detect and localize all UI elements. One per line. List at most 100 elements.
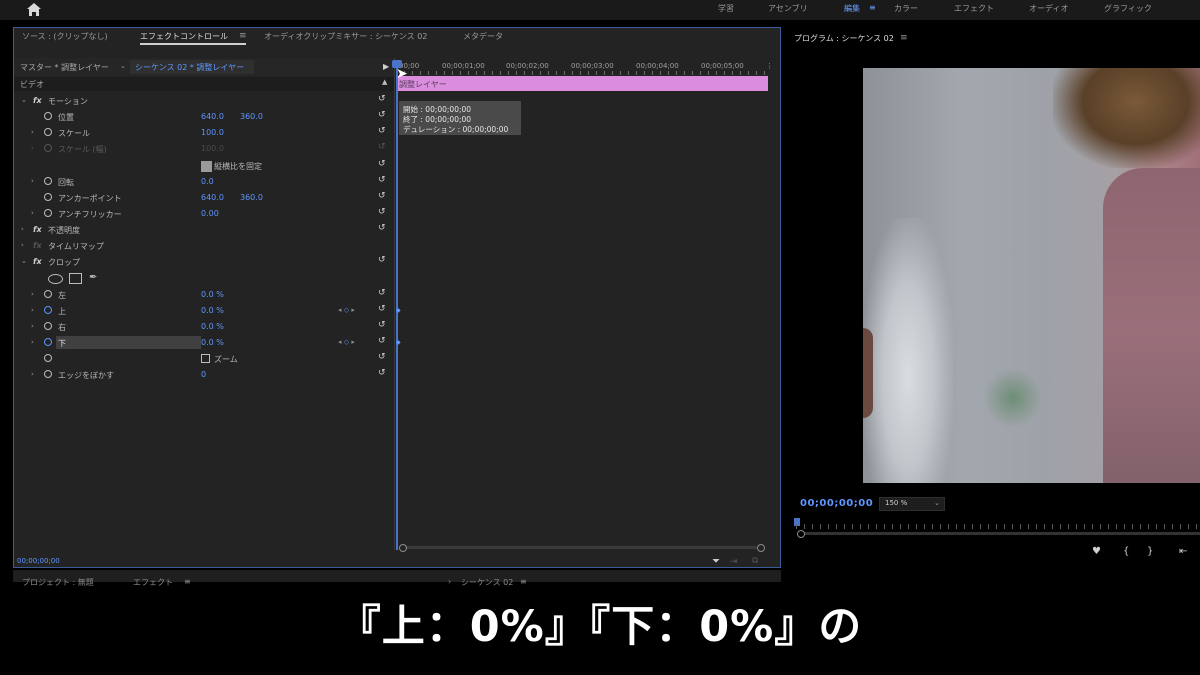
program-zoom-scrollbar[interactable] — [797, 530, 1200, 538]
scale-value[interactable]: 100.0 — [201, 128, 224, 137]
workspace-graphics[interactable]: グラフィック — [1104, 3, 1152, 14]
reset-icon[interactable]: ↺ — [378, 368, 386, 378]
rotation-value[interactable]: 0.0 — [201, 177, 214, 186]
keyframe-navigator[interactable]: ◂ ◇ ▸ — [338, 306, 355, 314]
chevron-right-icon[interactable]: › — [31, 209, 34, 217]
stopwatch-icon[interactable] — [44, 354, 52, 362]
keyframe-icon[interactable]: ◆ — [396, 339, 401, 346]
chevron-right-icon[interactable]: › — [21, 225, 24, 233]
reset-icon[interactable]: ↺ — [378, 126, 386, 136]
timeline-zoom-scrollbar[interactable] — [399, 544, 765, 552]
home-icon[interactable] — [26, 2, 42, 17]
reset-icon[interactable]: ↺ — [378, 191, 386, 201]
fx-badge-icon[interactable]: fx — [33, 96, 42, 105]
panel-menu-icon[interactable]: ≡ — [900, 33, 908, 43]
pen-mask-icon[interactable]: ✒ — [89, 272, 97, 283]
stopwatch-icon[interactable] — [44, 322, 52, 330]
crop-bottom-value[interactable]: 0.0 % — [201, 338, 224, 347]
zoom-checkbox[interactable] — [201, 354, 210, 363]
anchor-x-value[interactable]: 640.0 — [201, 193, 224, 202]
tab-metadata[interactable]: メタデータ — [463, 31, 503, 42]
reset-icon[interactable]: ↺ — [378, 336, 386, 346]
chevron-right-icon[interactable]: › — [31, 306, 34, 314]
program-ruler[interactable] — [796, 524, 1200, 529]
chevron-right-icon[interactable]: › — [21, 241, 24, 249]
playhead-line[interactable] — [396, 62, 398, 550]
ruler-menu-icon[interactable]: ⋮ — [766, 62, 773, 70]
position-x-value[interactable]: 640.0 — [201, 112, 224, 121]
reset-icon[interactable]: ↺ — [378, 288, 386, 298]
zoom-level-select[interactable]: 150 % ⌄ — [879, 497, 945, 511]
reset-icon[interactable]: ↺ — [378, 175, 386, 185]
panel-divider[interactable] — [394, 58, 395, 550]
reset-icon[interactable]: ↺ — [378, 255, 386, 265]
stopwatch-icon[interactable] — [44, 370, 52, 378]
chevron-right-icon[interactable]: › — [448, 577, 451, 586]
panel-menu-icon[interactable]: ≡ — [184, 577, 191, 586]
fx-badge-icon[interactable]: fx — [33, 225, 42, 234]
go-to-in-icon[interactable]: ⇤ — [1179, 546, 1187, 557]
chevron-right-icon[interactable]: › — [31, 370, 34, 378]
effect-timecode[interactable]: 00;00;00;00 — [17, 557, 60, 565]
program-video-frame[interactable] — [863, 68, 1200, 483]
reset-icon[interactable]: ↺ — [378, 320, 386, 330]
tab-source[interactable]: ソース : (クリップなし) — [22, 31, 108, 42]
workspace-audio[interactable]: オーディオ — [1029, 3, 1068, 14]
chevron-right-icon[interactable]: › — [31, 338, 34, 346]
master-clip-label[interactable]: マスター * 調整レイヤー — [20, 62, 109, 73]
filter-icon[interactable]: ⏷ — [712, 556, 720, 567]
sequence-clip-selector[interactable]: シーケンス 02 * 調整レイヤー — [130, 60, 254, 74]
rectangle-mask-icon[interactable] — [69, 273, 82, 284]
workspace-edit[interactable]: 編集 — [844, 3, 860, 14]
mark-out-icon[interactable]: } — [1147, 546, 1153, 557]
ellipse-mask-icon[interactable] — [48, 274, 63, 284]
keyframe-icon[interactable]: ◆ — [396, 307, 401, 314]
reset-icon[interactable]: ↺ — [378, 110, 386, 120]
antiflicker-value[interactable]: 0.00 — [201, 209, 219, 218]
edge-feather-value[interactable]: 0 — [201, 370, 206, 379]
stopwatch-icon[interactable] — [44, 112, 52, 120]
crop-left-value[interactable]: 0.0 % — [201, 290, 224, 299]
stopwatch-active-icon[interactable] — [44, 338, 52, 346]
anchor-y-value[interactable]: 360.0 — [240, 193, 263, 202]
reset-icon[interactable]: ↺ — [378, 352, 386, 362]
workspace-color[interactable]: カラー — [894, 3, 918, 14]
stopwatch-icon[interactable] — [44, 193, 52, 201]
chevron-right-icon[interactable]: › — [31, 128, 34, 136]
keyframe-navigator[interactable]: ◂ ◇ ▸ — [338, 338, 355, 346]
panel-menu-icon[interactable]: ≡ — [239, 31, 247, 41]
uniform-scale-checkbox[interactable] — [201, 161, 212, 172]
stopwatch-icon[interactable] — [44, 177, 52, 185]
chevron-down-icon[interactable]: ⌄ — [21, 257, 27, 265]
reset-icon[interactable]: ↺ — [378, 223, 386, 233]
reset-icon[interactable]: ↺ — [378, 304, 386, 314]
tab-effect-controls[interactable]: エフェクトコントロール — [140, 31, 228, 42]
program-timecode[interactable]: 00;00;00;00 — [800, 498, 873, 509]
chevron-right-icon[interactable]: › — [31, 290, 34, 298]
mark-in-icon[interactable]: { — [1123, 546, 1129, 557]
play-only-icon[interactable]: ▶ — [383, 62, 389, 71]
add-marker-icon[interactable]: ♥ — [1092, 546, 1101, 557]
chevron-down-icon[interactable]: ⌄ — [120, 62, 126, 70]
workspace-effects[interactable]: エフェクト — [954, 3, 994, 14]
crop-top-value[interactable]: 0.0 % — [201, 306, 224, 315]
workspace-learn[interactable]: 学習 — [718, 3, 734, 14]
panel-menu-icon[interactable]: ≡ — [520, 577, 527, 586]
tab-project[interactable]: プロジェクト : 無題 — [22, 577, 94, 588]
fx-badge-icon[interactable]: fx — [33, 257, 42, 266]
adjustment-layer-clip[interactable] — [397, 76, 768, 91]
stopwatch-icon[interactable] — [44, 209, 52, 217]
crop-right-value[interactable]: 0.0 % — [201, 322, 224, 331]
reset-icon[interactable]: ↺ — [378, 94, 386, 104]
chevron-down-icon[interactable]: ⌄ — [21, 96, 27, 104]
stopwatch-active-icon[interactable] — [44, 306, 52, 314]
program-monitor-title[interactable]: プログラム : シーケンス 02 — [794, 33, 894, 44]
stopwatch-icon[interactable] — [44, 290, 52, 298]
workspace-assembly[interactable]: アセンブリ — [768, 3, 808, 14]
position-y-value[interactable]: 360.0 — [240, 112, 263, 121]
chevron-right-icon[interactable]: › — [31, 322, 34, 330]
reset-icon[interactable]: ↺ — [378, 159, 386, 169]
tab-sequence[interactable]: シーケンス 02 — [461, 577, 513, 588]
tab-audio-clip-mixer[interactable]: オーディオクリップミキサー : シーケンス 02 — [264, 31, 427, 42]
stopwatch-icon[interactable] — [44, 128, 52, 136]
